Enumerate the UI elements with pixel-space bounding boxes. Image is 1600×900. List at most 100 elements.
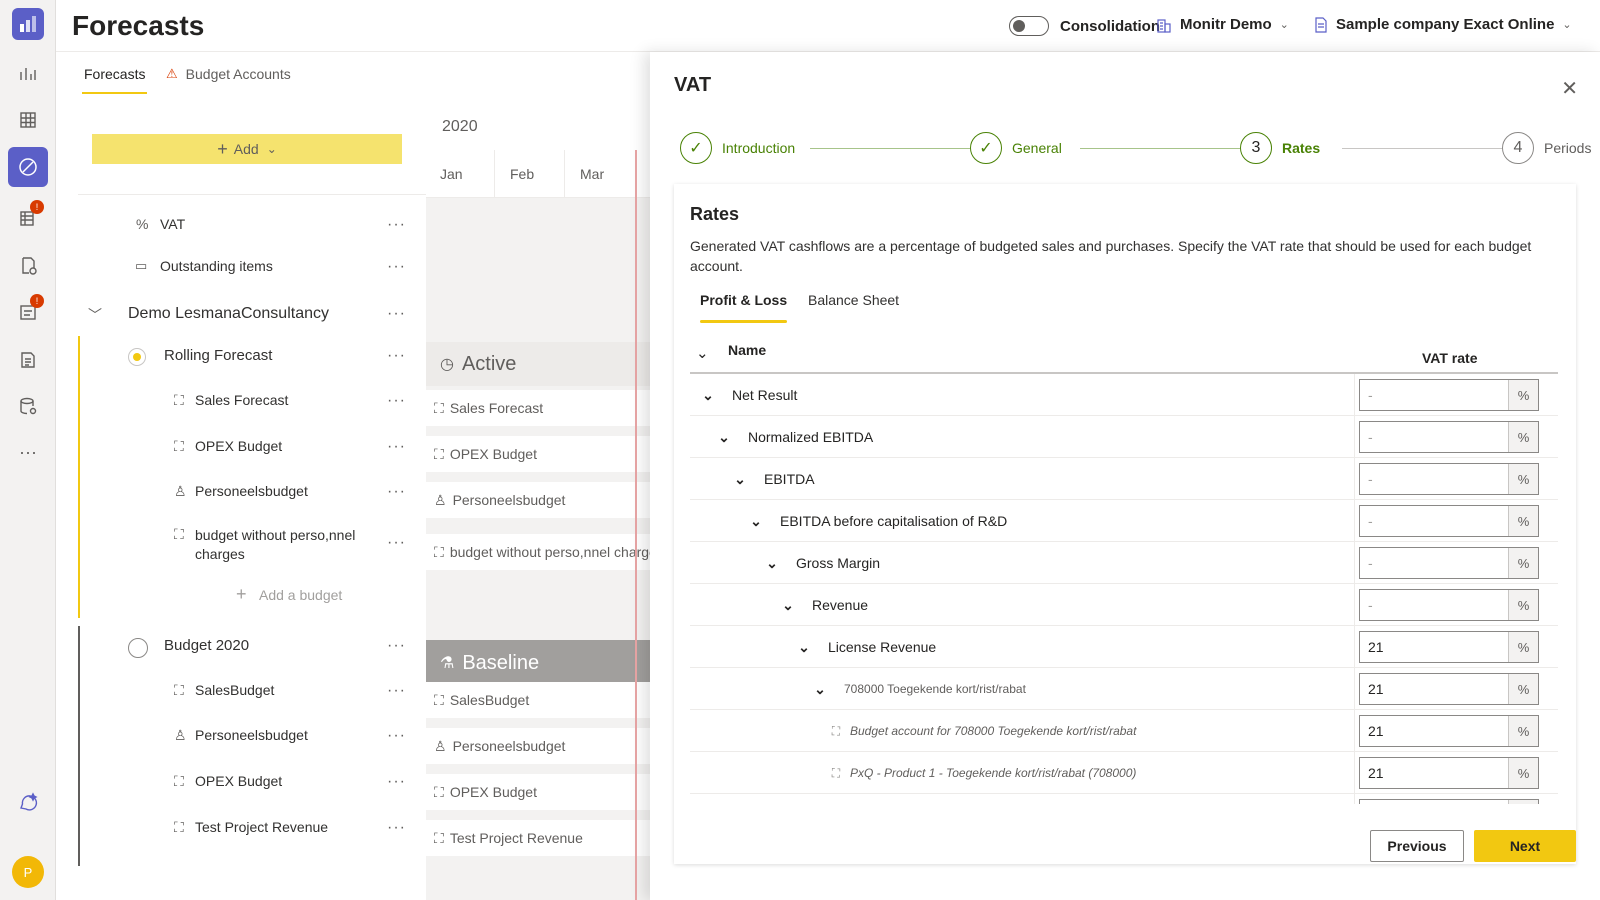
rate-cell: -% (1354, 542, 1558, 584)
timeline-card[interactable]: ♙ Personeelsbudget (426, 482, 650, 518)
more-options-icon[interactable]: ··· (387, 438, 406, 456)
name-cell: ⌄708001 Discount (810, 794, 934, 804)
budget-table-icon[interactable]: ! (8, 198, 48, 238)
vat-rate-input[interactable]: -% (1359, 421, 1539, 453)
more-options-icon[interactable]: ··· (387, 392, 406, 410)
tab-forecasts[interactable]: Forecasts (82, 66, 148, 94)
step-periods[interactable]: 4 Periods (1502, 132, 1591, 164)
active-radio-icon[interactable] (128, 348, 146, 366)
card-label: Sales Forecast (449, 400, 544, 416)
group-label: Demo LesmanaConsultancy (128, 305, 329, 322)
vat-rate-input[interactable]: -% (1359, 379, 1539, 411)
more-icon[interactable]: ··· (8, 432, 48, 472)
dashboard-icon[interactable] (8, 54, 48, 94)
chevron-down-icon[interactable]: ⌄ (810, 681, 830, 698)
step-general[interactable]: ✓ General (970, 132, 1062, 164)
document-add-icon[interactable] (8, 246, 48, 286)
more-options-icon[interactable]: ··· (387, 682, 406, 700)
name-cell: ⛶ PxQ - Product 1 - Toegekende kort/rist/… (826, 752, 1137, 794)
more-options-icon[interactable]: ··· (387, 637, 406, 655)
percent-suffix: % (1508, 464, 1538, 494)
percent-icon: % (136, 216, 149, 232)
vat-rate-input[interactable]: -% (1359, 505, 1539, 537)
rate-value: - (1368, 471, 1373, 487)
name-cell: ⛶ Budget account for 708000 Toegekende ko… (826, 710, 1137, 752)
step-introduction[interactable]: ✓ Introduction (680, 132, 795, 164)
next-button[interactable]: Next (1474, 830, 1576, 862)
item-label: Outstanding items (160, 258, 273, 274)
vat-rate-input[interactable]: 21% (1359, 673, 1539, 705)
vat-rate-input[interactable]: -% (1359, 589, 1539, 621)
timeline-card[interactable]: ♙ Personeelsbudget (426, 728, 650, 764)
timeline-card[interactable]: ⛶ Sales Forecast (426, 390, 650, 426)
more-options-icon[interactable]: ··· (387, 727, 406, 745)
col-vat-rate[interactable]: VAT rate (1422, 350, 1478, 366)
tab-profit-loss[interactable]: Profit & Loss (700, 292, 788, 323)
tasks-icon[interactable]: ! (8, 292, 48, 332)
vat-rate-input[interactable]: -% (1359, 463, 1539, 495)
more-options-icon[interactable]: ··· (387, 258, 406, 276)
col-name[interactable]: Name (728, 342, 766, 358)
more-options-icon[interactable]: ··· (387, 483, 406, 501)
chevron-down-icon[interactable]: ⌄ (730, 471, 750, 488)
row-label: Normalized EBITDA (748, 429, 874, 445)
chevron-down-icon[interactable]: ⌄ (778, 597, 798, 614)
month-label: Feb (510, 166, 535, 182)
add-button[interactable]: + Add ⌄ (92, 134, 402, 164)
chevron-down-icon[interactable]: ⌄ (698, 387, 718, 404)
chevron-down-icon[interactable]: ⌄ (794, 639, 814, 656)
row-label: Net Result (732, 387, 798, 403)
rate-cell: -% (1354, 584, 1558, 626)
budget-icon: ⛶ (831, 765, 841, 780)
database-icon[interactable] (8, 386, 48, 426)
vat-rate-input[interactable]: 21% (1359, 715, 1539, 747)
previous-button[interactable]: Previous (1370, 830, 1464, 862)
report-icon[interactable] (8, 340, 48, 380)
budget-icon: ⛶ (174, 392, 184, 408)
chat-icon[interactable] (8, 782, 48, 822)
timeline-card[interactable]: ⛶ budget without perso,nnel charges (426, 534, 650, 570)
grid-icon[interactable] (8, 100, 48, 140)
budget-icon: ⛶ (434, 543, 444, 560)
chevron-down-icon[interactable]: ⌄ (714, 429, 734, 446)
tab-balance-sheet[interactable]: Balance Sheet (808, 292, 899, 308)
budget-icon: ⛶ (434, 691, 444, 708)
chevron-down-icon[interactable]: ⌄ (746, 513, 766, 530)
chevron-down-icon[interactable]: ﹀ (88, 305, 102, 325)
more-options-icon[interactable]: ··· (387, 347, 406, 365)
avatar[interactable]: P (12, 856, 44, 888)
sub-tabs: Forecasts ⚠ Budget Accounts (56, 52, 656, 98)
vat-rate-input[interactable]: 21% (1359, 799, 1539, 804)
chevron-down-icon[interactable]: ⌄ (762, 555, 782, 572)
company-selector[interactable]: Sample company Exact Online ⌄ (1314, 16, 1572, 33)
radio-icon[interactable] (128, 638, 148, 658)
more-options-icon[interactable]: ··· (387, 534, 406, 552)
step-rates[interactable]: 3 Rates (1240, 132, 1320, 164)
more-options-icon[interactable]: ··· (387, 819, 406, 837)
consolidation-toggle[interactable] (1009, 16, 1049, 36)
timeline-card[interactable]: ⛶ Test Project Revenue (426, 820, 650, 856)
rate-value: 21 (1360, 800, 1508, 804)
percent-suffix: % (1508, 632, 1538, 662)
more-options-icon[interactable]: ··· (387, 305, 406, 323)
month-label: Mar (580, 166, 605, 182)
more-options-icon[interactable]: ··· (387, 773, 406, 791)
timeline-card[interactable]: ⛶ OPEX Budget (426, 436, 650, 472)
forecast-icon[interactable] (8, 147, 48, 187)
chevron-down-icon[interactable]: ⌄ (696, 344, 709, 362)
more-options-icon[interactable]: ··· (387, 216, 406, 234)
timeline-card[interactable]: ⛶ OPEX Budget (426, 774, 650, 810)
percent-suffix: % (1508, 758, 1538, 788)
tab-budget-accounts[interactable]: ⚠ Budget Accounts (166, 66, 291, 82)
vat-rate-input[interactable]: -% (1359, 547, 1539, 579)
app-logo[interactable] (12, 8, 44, 40)
vat-rate-input[interactable]: 21% (1359, 631, 1539, 663)
clock-icon: ◷ (440, 356, 454, 373)
company-label: Sample company Exact Online (1336, 16, 1555, 33)
close-icon[interactable]: ✕ (1561, 76, 1578, 101)
rate-value: - (1368, 513, 1373, 529)
timeline-card[interactable]: ⛶ SalesBudget (426, 682, 650, 718)
org-selector[interactable]: Monitr Demo ⌄ (1156, 16, 1289, 33)
vat-rate-input[interactable]: 21% (1359, 757, 1539, 789)
forecast-label: Rolling Forecast (164, 347, 273, 364)
